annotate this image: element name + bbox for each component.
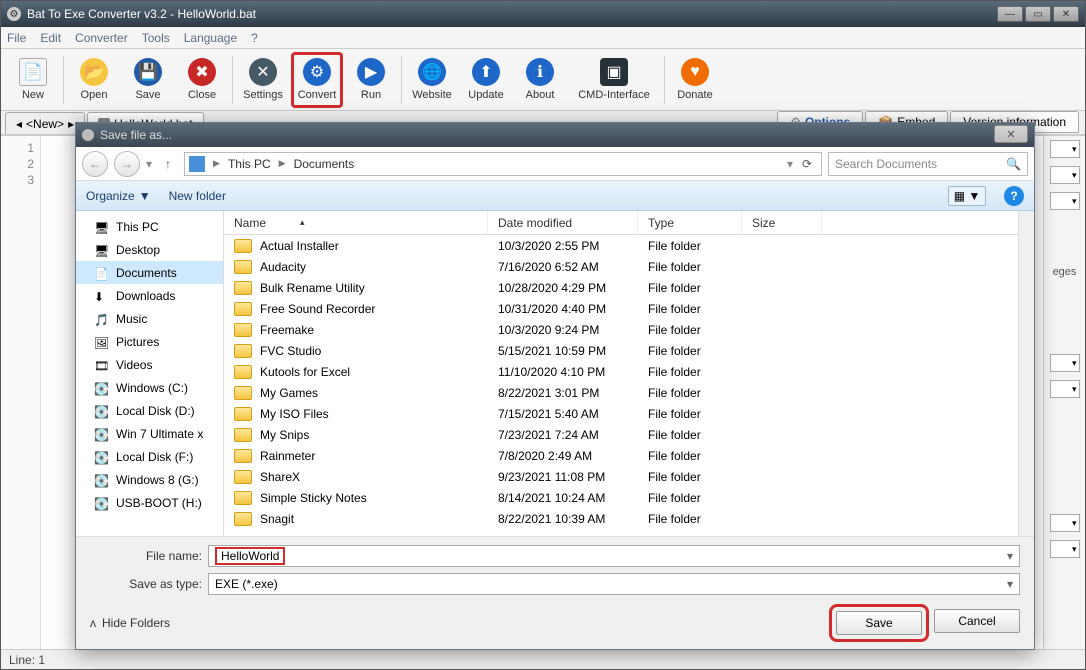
about-button[interactable]: ℹAbout <box>514 52 566 108</box>
filename-input[interactable]: HelloWorld ▾ <box>208 545 1020 567</box>
cancel-button[interactable]: Cancel <box>934 609 1020 633</box>
file-row[interactable]: My Games8/22/2021 3:01 PMFile folder <box>224 382 1018 403</box>
update-button[interactable]: ⬆Update <box>460 52 512 108</box>
saveastype-label: Save as type: <box>90 577 202 591</box>
menubar: File Edit Converter Tools Language ? <box>1 27 1085 49</box>
donate-button[interactable]: ♥Donate <box>669 52 721 108</box>
options-panel: ▾ ▾ ▾ eges ▾ ▾ ▾ ▾ <box>1043 136 1085 649</box>
file-row[interactable]: Audacity7/16/2020 6:52 AMFile folder <box>224 256 1018 277</box>
tree-item[interactable]: 💽Windows 8 (G:) <box>76 468 223 491</box>
tree-item[interactable]: 🎞Videos <box>76 353 223 376</box>
file-row[interactable]: ShareX9/23/2021 11:08 PMFile folder <box>224 466 1018 487</box>
settings-button[interactable]: ✕Settings <box>237 52 289 108</box>
hide-folders-toggle[interactable]: ʌ Hide Folders <box>90 616 170 630</box>
tree-item[interactable]: 🎵Music <box>76 307 223 330</box>
app-icon: ⚙ <box>7 7 21 21</box>
menu-tools[interactable]: Tools <box>142 31 170 45</box>
new-button[interactable]: 📄New <box>7 52 59 108</box>
panel-dropdown[interactable]: ▾ <box>1050 514 1080 532</box>
tree-item[interactable]: 🖥This PC <box>76 215 223 238</box>
nav-up-button[interactable]: ↑ <box>158 154 178 174</box>
tab-new[interactable]: ◂ <New> ▸ <box>5 112 85 134</box>
scrollbar[interactable] <box>1018 211 1034 536</box>
tree-item[interactable]: 🖼Pictures <box>76 330 223 353</box>
panel-dropdown[interactable]: ▾ <box>1050 166 1080 184</box>
search-input[interactable]: Search Documents 🔍 <box>828 152 1028 176</box>
menu-converter[interactable]: Converter <box>75 31 128 45</box>
file-row[interactable]: Rainmeter7/8/2020 2:49 AMFile folder <box>224 445 1018 466</box>
file-row[interactable]: Snagit8/22/2021 10:39 AMFile folder <box>224 508 1018 529</box>
menu-help[interactable]: ? <box>251 31 258 45</box>
panel-dropdown[interactable]: ▾ <box>1050 192 1080 210</box>
menu-edit[interactable]: Edit <box>40 31 61 45</box>
truncated-label: eges <box>1053 266 1077 278</box>
saveastype-dropdown[interactable]: EXE (*.exe) ▾ <box>208 573 1020 595</box>
file-row[interactable]: Free Sound Recorder10/31/2020 4:40 PMFil… <box>224 298 1018 319</box>
tree-item[interactable]: 💽Local Disk (D:) <box>76 399 223 422</box>
chevron-up-icon: ʌ <box>90 616 96 630</box>
dialog-title: Save file as... <box>100 128 172 142</box>
tree-item[interactable]: 📄Documents <box>76 261 223 284</box>
file-row[interactable]: FVC Studio5/15/2021 10:59 PMFile folder <box>224 340 1018 361</box>
new-folder-button[interactable]: New folder <box>169 189 226 203</box>
file-row[interactable]: Actual Installer10/3/2020 2:55 PMFile fo… <box>224 235 1018 256</box>
tree-item[interactable]: 💽Local Disk (F:) <box>76 445 223 468</box>
tree-item[interactable]: ⬇Downloads <box>76 284 223 307</box>
convert-button[interactable]: ⚙Convert <box>291 52 343 108</box>
tree-item[interactable]: 💽Windows (C:) <box>76 376 223 399</box>
filename-label: File name: <box>90 549 202 563</box>
search-icon: 🔍 <box>1006 157 1021 171</box>
window-title: Bat To Exe Converter v3.2 - HelloWorld.b… <box>27 7 997 21</box>
minimize-button[interactable]: — <box>997 6 1023 22</box>
organize-menu[interactable]: Organize ▼ <box>86 189 151 203</box>
gear-icon <box>82 129 94 141</box>
save-button[interactable]: 💾Save <box>122 52 174 108</box>
cmd-interface-button[interactable]: ▣CMD-Interface <box>568 52 660 108</box>
file-row[interactable]: Simple Sticky Notes8/14/2021 10:24 AMFil… <box>224 487 1018 508</box>
save-button[interactable]: Save <box>836 611 922 635</box>
maximize-button[interactable]: ▭ <box>1025 6 1051 22</box>
panel-dropdown[interactable]: ▾ <box>1050 380 1080 398</box>
close-window-button[interactable]: ✕ <box>1053 6 1079 22</box>
file-row[interactable]: Freemake10/3/2020 9:24 PMFile folder <box>224 319 1018 340</box>
menu-file[interactable]: File <box>7 31 26 45</box>
nav-forward-button[interactable]: → <box>114 151 140 177</box>
address-bar[interactable]: ▶ This PC ▶ Documents ▾ ⟳ <box>184 152 822 176</box>
close-file-button[interactable]: ✖Close <box>176 52 228 108</box>
file-row[interactable]: Bulk Rename Utility10/28/2020 4:29 PMFil… <box>224 277 1018 298</box>
file-row[interactable]: My ISO Files7/15/2021 5:40 AMFile folder <box>224 403 1018 424</box>
file-list[interactable]: Actual Installer10/3/2020 2:55 PMFile fo… <box>224 235 1018 536</box>
refresh-icon[interactable]: ⟳ <box>797 157 817 171</box>
tree-item[interactable]: 🖥Desktop <box>76 238 223 261</box>
tree-item[interactable]: 💽Win 7 Ultimate x <box>76 422 223 445</box>
panel-dropdown[interactable]: ▾ <box>1050 540 1080 558</box>
line-gutter: 123 <box>1 136 41 649</box>
help-button[interactable]: ? <box>1004 186 1024 206</box>
panel-dropdown[interactable]: ▾ <box>1050 140 1080 158</box>
main-titlebar: ⚙ Bat To Exe Converter v3.2 - HelloWorld… <box>1 1 1085 27</box>
view-options-button[interactable]: ▦ ▼ <box>948 186 986 206</box>
file-list-header[interactable]: Name▴ Date modified Type Size <box>224 211 1018 235</box>
statusbar: Line: 1 <box>1 649 1085 669</box>
save-file-dialog: Save file as... ✕ ← → ▾ ↑ ▶ This PC ▶ Do… <box>75 122 1035 650</box>
dialog-close-button[interactable]: ✕ <box>994 125 1028 143</box>
open-button[interactable]: 📂Open <box>68 52 120 108</box>
nav-tree: 🖥This PC🖥Desktop📄Documents⬇Downloads🎵Mus… <box>76 211 224 536</box>
panel-dropdown[interactable]: ▾ <box>1050 354 1080 372</box>
website-button[interactable]: 🌐Website <box>406 52 458 108</box>
file-row[interactable]: Kutools for Excel11/10/2020 4:10 PMFile … <box>224 361 1018 382</box>
menu-language[interactable]: Language <box>184 31 237 45</box>
run-button[interactable]: ▶Run <box>345 52 397 108</box>
status-line: Line: 1 <box>9 653 45 667</box>
dialog-titlebar: Save file as... ✕ <box>76 123 1034 147</box>
file-row[interactable]: My Snips7/23/2021 7:24 AMFile folder <box>224 424 1018 445</box>
toolbar: 📄New 📂Open 💾Save ✖Close ✕Settings ⚙Conve… <box>1 49 1085 111</box>
nav-back-button[interactable]: ← <box>82 151 108 177</box>
tree-item[interactable]: 💽USB-BOOT (H:) <box>76 491 223 514</box>
